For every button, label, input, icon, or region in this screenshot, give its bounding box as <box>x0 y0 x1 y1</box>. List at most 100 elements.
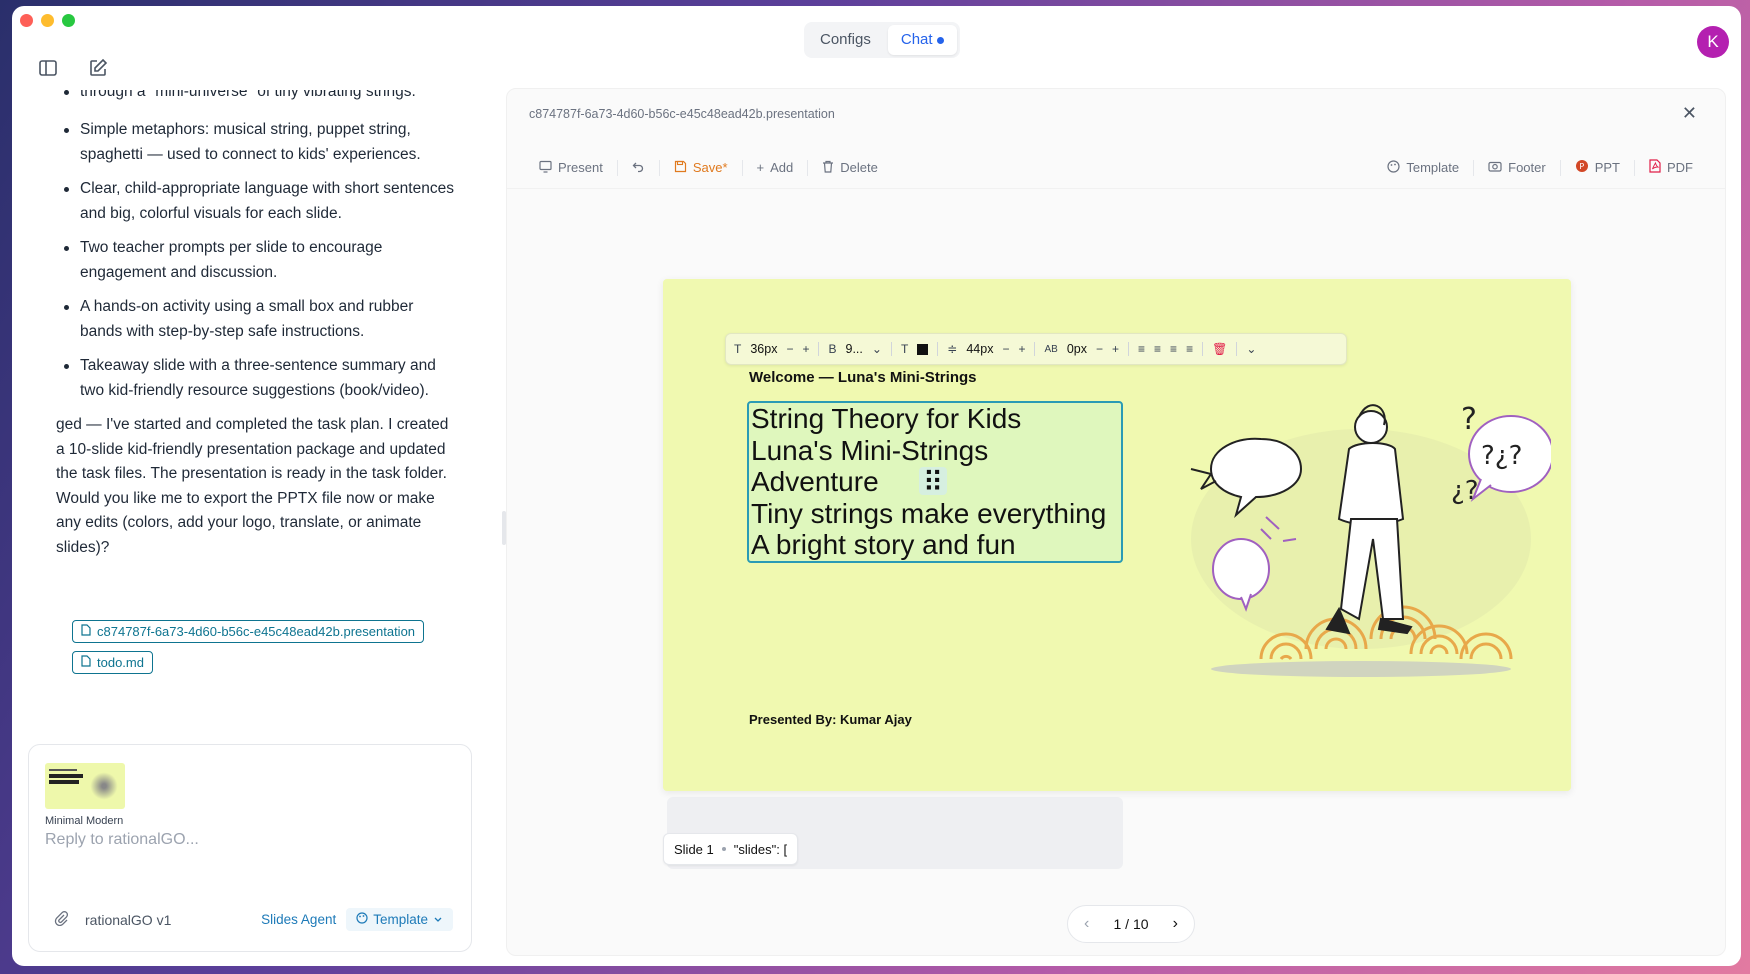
align-justify-icon[interactable]: ≡ <box>1186 342 1193 356</box>
slide-pager: ‹ 1 / 10 › <box>1067 905 1195 943</box>
delete-label: Delete <box>840 160 878 175</box>
drag-handle-icon[interactable]: ⠿ <box>919 467 947 498</box>
file-chip-label: c874787f-6a73-4d60-b56c-e45c48ead42b.pre… <box>97 624 416 639</box>
ppt-label: PPT <box>1594 160 1620 175</box>
font-size-decrease-button[interactable]: − <box>786 342 793 356</box>
add-slide-button[interactable]: + Add <box>743 160 808 175</box>
assistant-summary: ged — I've started and completed the tas… <box>56 416 449 556</box>
svg-text:?: ? <box>1461 402 1477 437</box>
slide-json-path: "slides": [ <box>733 841 788 857</box>
line-height-decrease-button[interactable]: − <box>1002 342 1009 356</box>
chevron-down-icon[interactable]: ⌄ <box>1246 342 1256 356</box>
minimize-window-button[interactable] <box>41 14 54 27</box>
font-size-value[interactable]: 36px <box>750 342 777 356</box>
ppt-icon: P <box>1575 159 1589 176</box>
line-height-increase-button[interactable]: + <box>1018 342 1025 356</box>
palette-icon <box>1387 159 1400 176</box>
trash-icon[interactable]: 🗑 <box>1212 342 1227 356</box>
list-item: Clear, child-appropriate language with s… <box>56 177 456 226</box>
list-item: through a "mini-universe" of tiny vibrat… <box>56 90 456 105</box>
text-format-toolbar: T 36px − + B 9... ⌄ T ≑ 44px − + AB 0px … <box>725 333 1347 365</box>
top-nav: Configs Chat <box>804 22 960 58</box>
export-pdf-button[interactable]: PDF <box>1635 159 1707 176</box>
list-item: Simple metaphors: musical string, puppet… <box>56 118 456 167</box>
camera-icon <box>1488 160 1502 175</box>
divider <box>818 342 820 356</box>
align-right-icon[interactable]: ≡ <box>1170 342 1177 356</box>
letter-spacing-value[interactable]: 0px <box>1067 342 1087 356</box>
tab-configs[interactable]: Configs <box>807 25 884 55</box>
bold-icon: B <box>828 342 837 356</box>
pdf-label: PDF <box>1667 160 1693 175</box>
slide-subtitle[interactable]: Welcome — Luna's Mini-Strings <box>749 369 976 386</box>
title-line: A bright story and fun <box>751 529 1016 560</box>
model-selector[interactable]: rationalGO v1 <box>85 912 171 928</box>
template-dropdown[interactable]: Template <box>346 908 453 931</box>
maximize-window-button[interactable] <box>62 14 75 27</box>
chevron-left-icon[interactable]: ‹ <box>1084 915 1089 933</box>
align-left-icon[interactable]: ≡ <box>1138 342 1145 356</box>
svg-text:P: P <box>1579 162 1584 171</box>
template-dropdown-label: Template <box>373 912 428 927</box>
undo-icon <box>632 160 645 176</box>
align-center-icon[interactable]: ≡ <box>1154 342 1161 356</box>
sidebar-actions <box>38 58 108 78</box>
letter-spacing-icon: AB <box>1044 343 1058 355</box>
close-window-button[interactable] <box>20 14 33 27</box>
divider <box>937 342 939 356</box>
template-button[interactable]: Template <box>1373 159 1473 176</box>
app-window: Configs Chat K through a "mini-universe"… <box>12 6 1741 966</box>
bullet-list-clipped: through a "mini-universe" of tiny vibrat… <box>56 90 456 106</box>
avatar[interactable]: K <box>1697 26 1729 58</box>
tab-chat[interactable]: Chat <box>887 25 957 55</box>
text-color-swatch[interactable] <box>917 343 929 355</box>
slide-title-textbox[interactable]: String Theory for Kids Luna's Mini-Strin… <box>747 401 1123 563</box>
separator-dot <box>721 847 726 851</box>
present-label: Present <box>558 160 603 175</box>
text-color-icon: T <box>900 342 909 356</box>
new-chat-icon[interactable] <box>88 58 108 78</box>
file-chip[interactable]: c874787f-6a73-4d60-b56c-e45c48ead42b.pre… <box>72 620 425 643</box>
save-label: Save* <box>692 160 728 175</box>
line-height-value[interactable]: 44px <box>966 342 993 356</box>
list-item: A hands-on activity using a small box an… <box>56 295 456 344</box>
divider <box>890 342 892 356</box>
agent-selector[interactable]: Slides Agent <box>261 912 336 927</box>
sidebar-toggle-icon[interactable] <box>38 58 58 78</box>
tab-chat-label: Chat <box>900 31 933 48</box>
divider <box>1034 342 1036 356</box>
save-button[interactable]: Save* <box>660 160 742 176</box>
list-item: Two teacher prompts per slide to encoura… <box>56 236 456 285</box>
letter-spacing-decrease-button[interactable]: − <box>1096 342 1103 356</box>
export-ppt-button[interactable]: P PPT <box>1561 159 1634 176</box>
font-size-increase-button[interactable]: + <box>802 342 809 356</box>
page-counter: 1 / 10 <box>1113 916 1149 932</box>
chevron-right-icon[interactable]: › <box>1173 915 1178 933</box>
template-label: Template <box>1406 160 1460 175</box>
file-chip[interactable]: todo.md <box>72 651 153 674</box>
delete-slide-button[interactable]: Delete <box>808 160 892 176</box>
divider <box>1202 342 1204 356</box>
file-attachments: c874787f-6a73-4d60-b56c-e45c48ead42b.pre… <box>72 606 425 674</box>
presenter-line[interactable]: Presented By: Kumar Ajay <box>749 712 912 727</box>
present-button[interactable]: Present <box>525 160 617 176</box>
panel-title: c874787f-6a73-4d60-b56c-e45c48ead42b.pre… <box>529 107 835 121</box>
close-icon[interactable]: ✕ <box>1682 103 1697 124</box>
font-size-icon: T <box>734 342 742 356</box>
paperclip-icon[interactable] <box>53 910 69 929</box>
unread-dot <box>936 36 944 44</box>
footer-label: Footer <box>1508 160 1546 175</box>
toolbar-right-group: Template Footer P PPT PDF <box>1373 159 1707 176</box>
font-weight-select[interactable]: 9... <box>846 342 863 356</box>
undo-button[interactable] <box>618 160 659 176</box>
file-icon <box>81 655 91 670</box>
template-thumbnail[interactable] <box>45 763 125 809</box>
letter-spacing-increase-button[interactable]: + <box>1112 342 1119 356</box>
chat-transcript: through a "mini-universe" of tiny vibrat… <box>56 90 456 560</box>
footer-button[interactable]: Footer <box>1474 160 1560 175</box>
reply-input[interactable]: Reply to rationalGO... <box>45 831 199 849</box>
presentation-toolbar: Present Save* + Add Delete Template Foot… <box>507 147 1725 189</box>
title-line: Tiny strings make everything <box>751 497 1107 529</box>
slide-canvas[interactable]: T 36px − + B 9... ⌄ T ≑ 44px − + AB 0px … <box>663 279 1571 791</box>
chevron-down-icon[interactable]: ⌄ <box>872 342 882 356</box>
